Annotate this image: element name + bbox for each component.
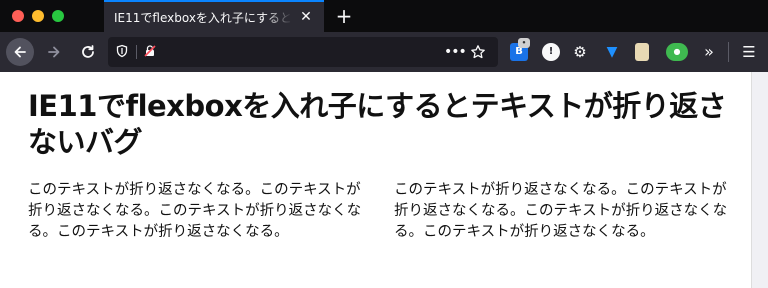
text-column-left: このテキストが折り返さなくなる。このテキストが折り返さなくなる。このテキストが折…	[28, 182, 362, 240]
active-tab[interactable]: IE11でflexboxを入れ子にするとテキス ✕	[104, 0, 324, 32]
back-arrow-icon	[14, 46, 26, 58]
shield-icon[interactable]	[114, 44, 130, 60]
window-controls	[12, 10, 64, 22]
reload-icon	[82, 45, 94, 58]
overflow-menu-icon[interactable]: »	[700, 43, 718, 61]
tab-bar: IE11でflexboxを入れ子にするとテキス ✕ +	[0, 0, 768, 32]
extension-info-icon[interactable]: !	[542, 43, 560, 61]
gear-icon[interactable]: ⚙	[571, 43, 589, 61]
toolbar-divider	[728, 42, 729, 62]
page-title: IE11でflexboxを入れ子にするとテキストが折り返さないバグ	[28, 89, 727, 159]
scrollbar[interactable]	[751, 72, 768, 288]
insecure-lock-icon[interactable]	[142, 44, 158, 60]
clipboard-extension-icon[interactable]	[635, 43, 649, 61]
hamburger-menu-icon[interactable]: ☰	[740, 43, 758, 61]
zoom-window-button[interactable]	[52, 10, 64, 22]
reload-button[interactable]	[74, 38, 102, 66]
page-actions-icon[interactable]: •••	[444, 44, 467, 60]
close-window-button[interactable]	[12, 10, 24, 22]
url-separator	[136, 45, 137, 59]
toggle-extension-icon[interactable]: ●	[666, 43, 688, 61]
forward-arrow-icon	[48, 46, 60, 58]
new-tab-button[interactable]: +	[334, 6, 354, 26]
tab-title: IE11でflexboxを入れ子にするとテキス	[114, 10, 292, 25]
extension-badge: •	[518, 38, 530, 48]
navigation-toolbar: ••• B • ! ⚙ ▼ ● » ☰	[0, 32, 768, 72]
bookmark-star-icon[interactable]	[470, 44, 486, 60]
url-bar[interactable]: •••	[108, 37, 498, 67]
browser-chrome: IE11でflexboxを入れ子にするとテキス ✕ + •••	[0, 0, 768, 72]
tab-close-icon[interactable]: ✕	[298, 9, 314, 25]
minimize-window-button[interactable]	[32, 10, 44, 22]
diamond-extension-icon[interactable]: ▼	[603, 43, 621, 61]
back-button[interactable]	[6, 38, 34, 66]
forward-button[interactable]	[40, 38, 68, 66]
page-content: IE11でflexboxを入れ子にするとテキストが折り返さないバグ このテキスト…	[0, 72, 752, 288]
text-column-right: このテキストが折り返さなくなる。このテキストが折り返さなくなる。このテキストが折…	[394, 182, 728, 240]
